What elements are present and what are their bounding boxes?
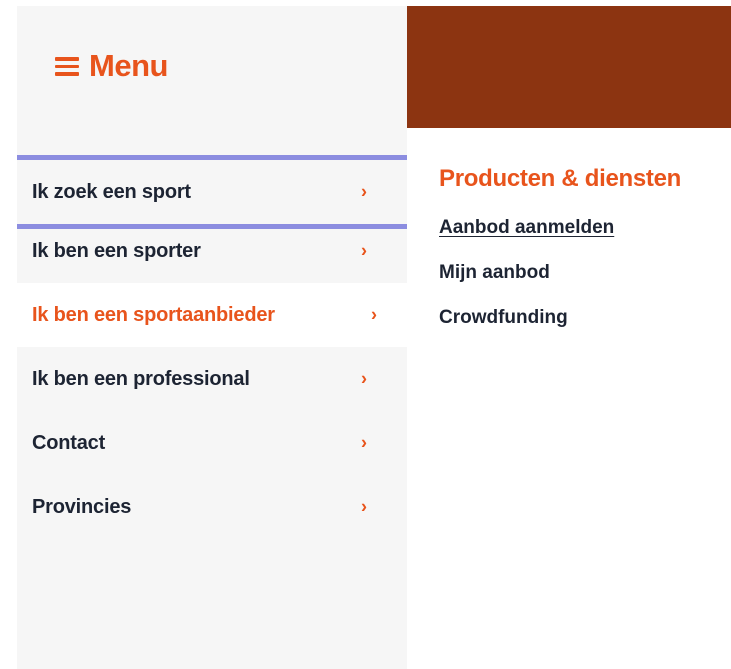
nav-item-label: Provincies <box>32 495 132 518</box>
chevron-right-icon: › <box>371 304 377 325</box>
submenu-link-crowdfunding[interactable]: Crowdfunding <box>439 305 729 350</box>
nav-item-label: Ik zoek een sport <box>32 180 191 203</box>
nav-item-label: Ik ben een sporter <box>32 239 201 262</box>
submenu-link-mijn-aanbod[interactable]: Mijn aanbod <box>439 260 729 305</box>
nav-item-contact[interactable]: Contact › <box>17 411 407 475</box>
submenu-link-label: Crowdfunding <box>439 307 568 328</box>
nav-item-label: Contact <box>32 431 106 454</box>
nav-item-ik-ben-een-professional[interactable]: Ik ben een professional › <box>17 347 407 411</box>
main-nav: Ik zoek een sport › Ik ben een sporter ›… <box>17 155 407 539</box>
chevron-right-icon: › <box>361 181 367 202</box>
submenu-links: Aanbod aanmelden Mijn aanbod Crowdfundin… <box>439 215 729 350</box>
menu-label: Menu <box>89 48 168 83</box>
chevron-right-icon: › <box>361 496 367 517</box>
nav-item-provincies[interactable]: Provincies › <box>17 475 407 539</box>
nav-item-label: Ik ben een professional <box>32 367 250 390</box>
submenu-panel: Producten & diensten Aanbod aanmelden Mi… <box>439 165 729 350</box>
chevron-right-icon: › <box>361 368 367 389</box>
submenu-link-aanbod-aanmelden[interactable]: Aanbod aanmelden <box>439 215 729 260</box>
chevron-right-icon: › <box>361 240 367 261</box>
submenu-title: Producten & diensten <box>439 165 682 192</box>
nav-item-ik-zoek-een-sport[interactable]: Ik zoek een sport › <box>17 155 407 229</box>
menu-toggle-button[interactable]: Menu <box>55 48 168 84</box>
nav-item-ik-ben-een-sportaanbieder[interactable]: Ik ben een sportaanbieder › <box>17 283 407 347</box>
submenu-link-label: Aanbod aanmelden <box>439 217 615 238</box>
hamburger-icon <box>55 56 79 76</box>
header-banner <box>407 6 731 128</box>
submenu-link-label: Mijn aanbod <box>439 262 550 283</box>
nav-item-label: Ik ben een sportaanbieder <box>32 303 275 326</box>
chevron-right-icon: › <box>361 432 367 453</box>
menu-sidebar: Menu Ik zoek een sport › Ik ben een spor… <box>17 6 407 669</box>
